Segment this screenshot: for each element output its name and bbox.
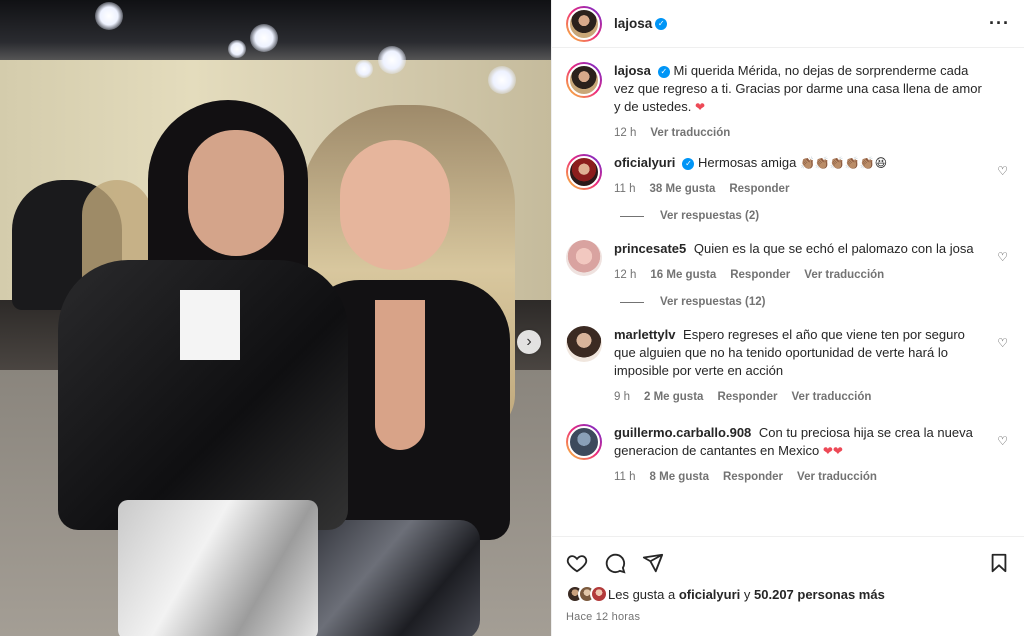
post-footer: Les gusta a oficialyuri y 50.207 persona… — [552, 536, 1024, 636]
caption: lajosa ✓ Mi querida Mérida, no dejas de s… — [566, 62, 1010, 142]
photo-woman-face — [340, 140, 450, 270]
reply-button[interactable]: Responder — [717, 388, 777, 406]
heart-icon[interactable]: ♡ — [997, 336, 1008, 350]
verified-icon: ✓ — [682, 157, 695, 170]
avatar[interactable] — [566, 62, 602, 98]
see-translation-button[interactable]: Ver traducción — [792, 388, 872, 406]
share-icon[interactable] — [642, 552, 664, 574]
likes-prefix: Les gusta a — [608, 586, 676, 602]
comment-username[interactable]: marlettylv — [614, 327, 675, 342]
likers-avatars — [566, 585, 608, 603]
photo-bulb — [95, 2, 123, 30]
post-photo: › — [0, 0, 551, 636]
post-timestamp[interactable]: Hace 12 horas — [566, 611, 1010, 623]
comment-time[interactable]: 12 h — [614, 266, 636, 284]
comment-emoji: ❤❤ — [822, 444, 843, 458]
comment-row: marlettylv Espero regreses el año que vi… — [566, 326, 1010, 406]
likes-summary[interactable]: Les gusta a oficialyuri y 50.207 persona… — [566, 585, 1010, 603]
see-translation-button[interactable]: Ver traducción — [650, 124, 730, 142]
verified-icon: ✓ — [657, 65, 670, 78]
avatar[interactable] — [566, 154, 602, 190]
see-translation-button[interactable]: Ver traducción — [804, 266, 884, 284]
photo-bulb — [228, 40, 246, 58]
avatar[interactable] — [566, 326, 602, 362]
comment-username[interactable]: oficialyuri — [614, 155, 675, 170]
view-replies-label: Ver respuestas (2) — [660, 210, 760, 222]
caption-username[interactable]: lajosa — [614, 63, 651, 78]
chevron-right-icon[interactable]: › — [517, 330, 541, 354]
comment-row: princesate5 Quien es la que se echó el p… — [566, 240, 1010, 284]
caption-time[interactable]: 12 h — [614, 124, 636, 142]
action-bar — [566, 543, 1010, 583]
photo-girl-pants — [118, 500, 318, 636]
comment-likes[interactable]: 2 Me gusta — [644, 388, 703, 406]
photo-girl-face — [188, 130, 284, 256]
photo-bulb — [378, 46, 406, 74]
heart-icon[interactable]: ♡ — [997, 164, 1008, 178]
comment-time[interactable]: 11 h — [614, 468, 636, 486]
comment-text: Quien es la que se echó el palomazo con … — [693, 241, 974, 256]
replies-line — [620, 301, 644, 303]
caption-heart-emoji: ❤ — [694, 100, 706, 114]
photo-woman-chest — [375, 300, 425, 450]
avatar[interactable] — [566, 424, 602, 460]
photo-bulb — [250, 24, 278, 52]
comment-time[interactable]: 9 h — [614, 388, 630, 406]
heart-icon[interactable]: ♡ — [997, 434, 1008, 448]
comment-row: guillermo.carballo.908 Con tu preciosa h… — [566, 424, 1010, 486]
verified-icon: ✓ — [655, 17, 668, 30]
comment-time[interactable]: 11 h — [614, 180, 636, 198]
heart-icon[interactable]: ♡ — [997, 250, 1008, 264]
likes-user[interactable]: oficialyuri — [679, 587, 740, 602]
photo-girl-top — [180, 290, 240, 360]
reply-button[interactable]: Responder — [730, 266, 790, 284]
likes-and: y — [743, 586, 751, 602]
avatar[interactable] — [566, 5, 602, 42]
bookmark-icon[interactable] — [988, 552, 1010, 574]
more-horizontal-icon[interactable]: ··· — [989, 13, 1010, 34]
reply-button[interactable]: Responder — [729, 180, 789, 198]
heart-icon[interactable] — [566, 552, 588, 574]
view-replies-button[interactable]: Ver respuestas (12) — [620, 296, 1010, 308]
reply-button[interactable]: Responder — [723, 468, 783, 486]
photo-woman-pants — [300, 520, 480, 636]
caption-text: Mi querida Mérida, no dejas de sorprende… — [614, 63, 982, 114]
comment-text: Hermosas amiga — [698, 155, 797, 170]
photo-bulb — [355, 60, 373, 78]
author-username[interactable]: lajosa — [614, 16, 652, 31]
comment-icon[interactable] — [604, 552, 626, 574]
comment-likes[interactable]: 8 Me gusta — [650, 468, 709, 486]
comment-username[interactable]: guillermo.carballo.908 — [614, 425, 751, 440]
view-replies-button[interactable]: Ver respuestas (2) — [620, 210, 1010, 222]
likes-count[interactable]: 50.207 personas más — [754, 587, 885, 602]
post-panel: lajosa ✓ ··· lajosa ✓ Mi querida Mérida, … — [551, 0, 1024, 636]
comment-likes[interactable]: 16 Me gusta — [650, 266, 716, 284]
comment-emoji: 👏🏽👏🏽👏🏽👏🏽👏🏽😆 — [799, 156, 888, 170]
avatar[interactable] — [566, 240, 602, 276]
replies-line — [620, 215, 644, 217]
view-replies-label: Ver respuestas (12) — [660, 296, 766, 308]
comments-list[interactable]: lajosa ✓ Mi querida Mérida, no dejas de s… — [552, 48, 1024, 536]
comment-likes[interactable]: 38 Me gusta — [650, 180, 716, 198]
comment-row: oficialyuri ✓ Hermosas amiga 👏🏽👏🏽👏🏽👏🏽👏🏽😆 … — [566, 154, 1010, 198]
comment-username[interactable]: princesate5 — [614, 241, 686, 256]
see-translation-button[interactable]: Ver traducción — [797, 468, 877, 486]
photo-bulb — [488, 66, 516, 94]
post-header: lajosa ✓ ··· — [552, 0, 1024, 48]
